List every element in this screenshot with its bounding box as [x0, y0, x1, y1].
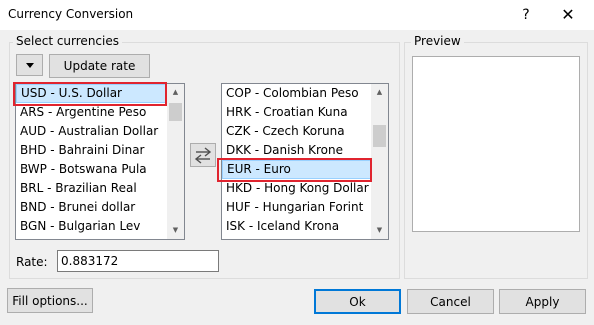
list-item[interactable]: COP - Colombian Peso [222, 84, 371, 103]
list-item[interactable]: CZK - Czech Koruna [222, 122, 371, 141]
from-currency-items: USD - U.S. Dollar ARS - Argentine Peso AUD… [16, 84, 167, 239]
apply-button[interactable]: Apply [499, 289, 586, 314]
list-item[interactable]: HKD - Hong Kong Dollar [222, 179, 371, 198]
list-item[interactable]: EUR - Euro [222, 160, 371, 179]
swap-arrows-icon [194, 147, 212, 164]
list-item[interactable]: ISK - Iceland Krona [222, 217, 371, 236]
list-item[interactable]: BRL - Brazilian Real [16, 179, 167, 198]
scroll-up-icon[interactable]: ▲ [371, 84, 388, 101]
cancel-button[interactable]: Cancel [407, 289, 494, 314]
scroll-down-icon[interactable]: ▼ [167, 222, 184, 239]
title-bar: Currency Conversion ? ✕ [0, 0, 594, 30]
scrollbar-thumb[interactable] [169, 103, 182, 121]
update-rate-button[interactable]: Update rate [49, 54, 150, 78]
preview-label: Preview [411, 34, 464, 48]
list-item[interactable]: HUF - Hungarian Forint [222, 198, 371, 217]
list-item[interactable]: BHD - Bahraini Dinar [16, 141, 167, 160]
list-item[interactable]: BWP - Botswana Pula [16, 160, 167, 179]
to-currency-list[interactable]: COP - Colombian Peso HRK - Croatian Kuna C… [221, 83, 389, 240]
list-item[interactable]: ARS - Argentine Peso [16, 103, 167, 122]
list-item[interactable]: BND - Brunei dollar [16, 198, 167, 217]
window-title: Currency Conversion [8, 7, 134, 21]
select-currencies-label: Select currencies [13, 34, 122, 48]
fill-options-button[interactable]: Fill options... [7, 288, 93, 313]
list-item[interactable]: AUD - Australian Dollar [16, 122, 167, 141]
currency-dropdown-button[interactable] [16, 54, 43, 76]
list-item[interactable]: HRK - Croatian Kuna [222, 103, 371, 122]
rate-label: Rate: [16, 255, 48, 269]
list-item[interactable]: DKK - Danish Krone [222, 141, 371, 160]
scroll-down-icon[interactable]: ▼ [371, 222, 388, 239]
ok-button[interactable]: Ok [314, 289, 401, 314]
list-item[interactable]: BGN - Bulgarian Lev [16, 217, 167, 236]
to-currency-items: COP - Colombian Peso HRK - Croatian Kuna C… [222, 84, 371, 239]
from-list-scrollbar[interactable]: ▲ ▼ [167, 84, 184, 239]
rate-input[interactable]: 0.883172 [57, 250, 219, 272]
help-icon[interactable]: ? [516, 4, 536, 26]
from-currency-list[interactable]: USD - U.S. Dollar ARS - Argentine Peso AUD… [15, 83, 185, 240]
close-icon[interactable]: ✕ [556, 4, 580, 26]
swap-currencies-button[interactable] [190, 143, 216, 167]
scrollbar-thumb[interactable] [373, 125, 386, 147]
to-list-scrollbar[interactable]: ▲ ▼ [371, 84, 388, 239]
chevron-down-icon [26, 63, 34, 68]
scroll-up-icon[interactable]: ▲ [167, 84, 184, 101]
preview-area [412, 56, 580, 232]
list-item[interactable]: USD - U.S. Dollar [16, 84, 167, 103]
